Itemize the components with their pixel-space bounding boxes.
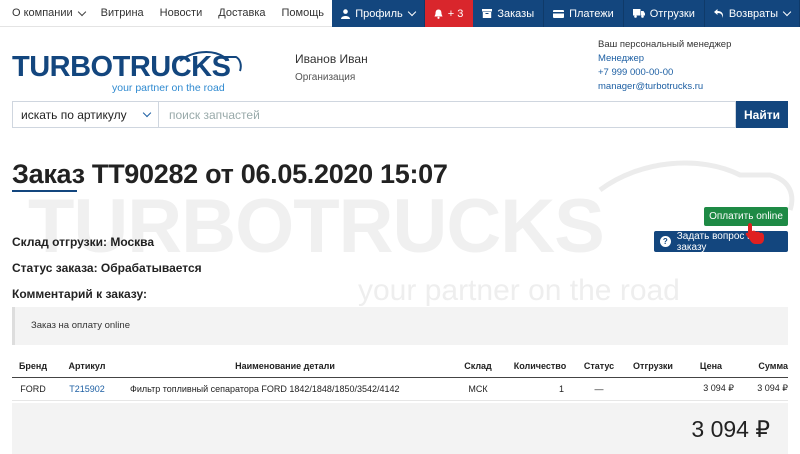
order-total: 3 094 ₽ — [691, 416, 770, 442]
cell-brand: FORD — [12, 377, 54, 401]
table-header-row: Бренд Артикул Наименование детали Склад … — [12, 355, 788, 378]
nav-help[interactable]: Помощь — [282, 7, 325, 19]
col-shipments: Отгрузки — [624, 355, 682, 378]
manager-email-link[interactable]: manager@turbotrucks.ru — [598, 80, 731, 94]
cell-part-name: Фильтр топливный сепаратора FORD 1842/18… — [120, 377, 450, 401]
truck-icon — [632, 9, 645, 18]
cell-warehouse: МСК — [450, 377, 506, 401]
box-icon — [482, 9, 493, 18]
page-title: Заказ ТТ90282 от 06.05.2020 15:07 — [12, 159, 448, 189]
nav-showcase[interactable]: Витрина — [101, 7, 144, 19]
cell-quantity: 1 — [506, 377, 574, 401]
returns-menu[interactable]: Возвраты — [704, 0, 800, 27]
bell-icon — [434, 9, 443, 19]
search-button[interactable]: Найти — [736, 101, 788, 128]
notifications-button[interactable]: + 3 — [424, 0, 474, 27]
chevron-down-icon — [142, 108, 152, 117]
col-price: Цена — [682, 355, 740, 378]
user-block: Иванов Иван Организация — [295, 52, 368, 83]
col-status: Статус — [574, 355, 624, 378]
cell-status: — — [574, 377, 624, 401]
title-underline — [12, 190, 77, 192]
col-warehouse: Склад — [450, 355, 506, 378]
manager-title: Ваш персональный менеджер — [598, 39, 732, 50]
user-name: Иванов Иван — [295, 52, 368, 66]
manager-name-link[interactable]: Менеджер — [598, 52, 731, 66]
manager-block: Ваш персональный менеджер Менеджер +7 99… — [598, 38, 731, 94]
turbotrucks-logo[interactable]: TURBOTRUCKS your partner on the road — [12, 47, 242, 95]
payments-link[interactable]: Платежи — [544, 0, 624, 27]
table-row: FORD T215902 Фильтр топливный сепаратора… — [12, 377, 788, 401]
cell-sum: 3 094 ₽ — [740, 377, 788, 401]
watermark-wordmark: TURBOTRUCKS — [28, 184, 604, 269]
chevron-down-icon — [77, 7, 86, 16]
search-bar: искать по артикулу поиск запчастей Найти — [12, 101, 788, 128]
manager-phone-link[interactable]: +7 999 000-00-00 — [598, 66, 731, 80]
nav-delivery[interactable]: Доставка — [218, 7, 265, 19]
shipments-link[interactable]: Отгрузки — [623, 0, 705, 27]
order-total-bar: 3 094 ₽ — [12, 403, 788, 454]
cell-price: 3 094 ₽ — [682, 377, 740, 401]
col-sum: Сумма — [740, 355, 788, 378]
order-comment: Заказ на оплату online — [12, 307, 788, 345]
question-icon: ? — [660, 236, 671, 247]
user-icon — [341, 8, 351, 19]
col-brand: Бренд — [12, 355, 54, 378]
logo-wordmark: TURBOTRUCKS — [12, 51, 231, 83]
credit-card-icon — [553, 9, 565, 18]
cell-shipments — [624, 377, 682, 401]
cell-article: T215902 — [54, 377, 120, 401]
top-nav: О компании Витрина Новости Доставка Помо… — [0, 0, 340, 27]
site-header: TURBOTRUCKS your partner on the road Ива… — [0, 27, 800, 100]
logo-slogan: your partner on the road — [112, 82, 225, 94]
nav-about[interactable]: О компании — [12, 7, 86, 19]
notifications-count: + 3 — [447, 7, 464, 20]
top-bar: О компании Витрина Новости Доставка Помо… — [0, 0, 800, 27]
orders-link[interactable]: Заказы — [473, 0, 545, 27]
comment-label: Комментарий к заказу: — [12, 287, 147, 301]
warehouse-info: Склад отгрузки: Москва — [12, 235, 155, 249]
search-input[interactable]: поиск запчастей — [159, 101, 736, 128]
account-nav: Профиль + 3 Заказы Платежи Отгрузки Возв… — [332, 0, 800, 27]
chevron-down-icon — [407, 7, 416, 17]
col-quantity: Количество — [506, 355, 574, 378]
nav-news[interactable]: Новости — [160, 7, 203, 19]
order-items-table: Бренд Артикул Наименование детали Склад … — [12, 355, 788, 401]
watermark-slogan: your partner on the road — [358, 274, 680, 307]
return-arrow-icon — [713, 9, 723, 18]
col-article: Артикул — [54, 355, 120, 378]
search-mode-select[interactable]: искать по артикулу — [12, 101, 159, 128]
user-organization: Организация — [295, 72, 356, 83]
article-link[interactable]: T215902 — [69, 384, 105, 394]
pointer-cursor-icon — [745, 223, 764, 244]
profile-menu[interactable]: Профиль — [332, 0, 425, 27]
order-status: Статус заказа: Обрабатывается — [12, 261, 202, 275]
col-part-name: Наименование детали — [120, 355, 450, 378]
chevron-down-icon — [782, 7, 792, 17]
ask-question-button[interactable]: ? Задать вопрос по заказу — [654, 231, 788, 253]
